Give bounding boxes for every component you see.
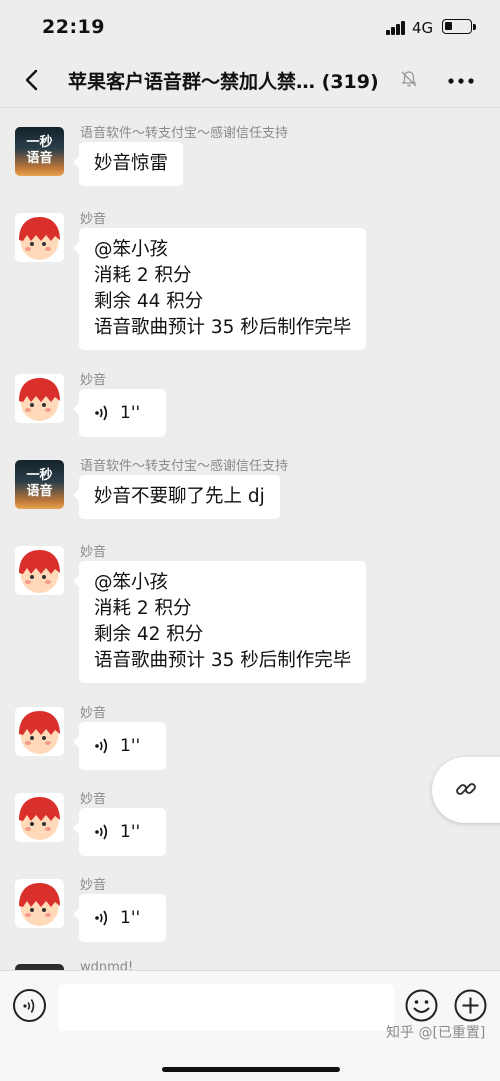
avatar[interactable] (15, 879, 64, 928)
member-count: (319) (321, 71, 379, 93)
sender-name: 语音软件～转支付宝～感谢信任支持 (80, 459, 289, 474)
sender-name: 妙音 (80, 706, 107, 721)
message-item: 妙音 1'' (0, 702, 500, 774)
voice-wave-icon (95, 824, 108, 840)
message-bubble[interactable]: @笨小孩 消耗 2 积分 剩余 42 积分 语音歌曲预计 35 秒后制作完毕 (72, 561, 367, 683)
sender-name: 妙音 (80, 878, 107, 893)
voice-message-bubble[interactable]: 1'' (73, 894, 166, 942)
network-label: 4G (412, 19, 434, 37)
message-item: 一秒 语音 语音软件～转支付宝～感谢信任支持 妙音不要聊了先上 dj (0, 455, 500, 527)
mascot-avatar-icon (19, 550, 60, 593)
message-text: 妙音惊雷 (94, 153, 169, 174)
avatar[interactable] (15, 374, 64, 423)
chat-messages[interactable]: 一秒 语音 语音软件～转支付宝～感谢信任支持 妙音惊雷 妙音 @笨小孩 消耗 2… (0, 108, 500, 970)
link-icon (456, 783, 476, 795)
chat-header: 苹果客户语音群～禁加人禁… (319) (0, 52, 500, 108)
voice-duration: 1'' (120, 736, 141, 756)
mute-bell-icon (401, 71, 417, 87)
mascot-avatar-icon (19, 711, 60, 754)
voice-wave-icon (95, 910, 108, 926)
group-name: 苹果客户语音群～禁加人禁… (68, 71, 316, 93)
status-bar: 22:19 4G (0, 0, 500, 52)
battery-icon (442, 19, 472, 34)
sender-name: 妙音 (80, 545, 107, 560)
message-text: 剩余 42 积分 (94, 624, 204, 645)
message-item: 妙音 @笨小孩 消耗 2 积分 剩余 42 积分 语音歌曲预计 35 秒后制作完… (0, 541, 500, 691)
message-text: 语音歌曲预计 35 秒后制作完毕 (94, 317, 352, 338)
floating-link-button[interactable] (432, 757, 500, 823)
message-item: 一秒 语音 语音软件～转支付宝～感谢信任支持 妙音惊雷 (0, 122, 500, 194)
message-bubble[interactable]: 妙音惊雷 (72, 142, 184, 186)
avatar[interactable]: 一秒 语音 (15, 127, 64, 176)
mascot-avatar-icon (19, 378, 60, 421)
message-item: 妙音 1'' (0, 874, 500, 946)
avatar[interactable] (15, 707, 64, 756)
logo-text-top: 一秒 (26, 468, 53, 483)
message-item: wdnmd! (0, 960, 500, 970)
logo-text-top: 一秒 (26, 135, 53, 150)
logo-text-bottom: 语音 (26, 484, 53, 499)
message-item: 妙音 1'' (0, 369, 500, 441)
message-bubble[interactable]: 妙音不要聊了先上 dj (73, 475, 280, 519)
voice-wave-icon (95, 405, 108, 421)
message-text: 消耗 2 积分 (94, 265, 192, 286)
voice-duration: 1'' (120, 908, 141, 928)
message-text: 剩余 44 积分 (94, 291, 204, 312)
signal-icon (386, 21, 406, 35)
sender-name: 妙音 (80, 373, 107, 388)
message-text: @笨小孩 (94, 572, 169, 593)
plus-icon[interactable] (454, 989, 487, 1022)
home-indicator[interactable] (162, 1067, 340, 1072)
chat-title: 苹果客户语音群～禁加人禁… (319) (68, 67, 398, 94)
sender-name: 妙音 (80, 212, 107, 227)
avatar[interactable] (15, 213, 64, 262)
avatar[interactable] (15, 793, 64, 842)
voice-duration: 1'' (120, 822, 141, 842)
voice-message-bubble[interactable]: 1'' (73, 389, 166, 437)
message-item: 妙音 1'' (0, 788, 500, 860)
status-time: 22:19 (42, 16, 105, 38)
voice-toggle-icon (23, 999, 35, 1013)
input-bar: 知乎 @[已重置] (0, 970, 500, 1081)
avatar[interactable] (15, 546, 64, 595)
sender-name: 语音软件～转支付宝～感谢信任支持 (80, 126, 289, 141)
back-arrow-icon[interactable] (22, 68, 44, 92)
message-input[interactable] (58, 984, 394, 1031)
emoji-icon[interactable] (405, 989, 438, 1022)
battery-tip (473, 24, 476, 30)
avatar[interactable]: 一秒 语音 (15, 460, 64, 509)
voice-toggle-button[interactable] (13, 989, 46, 1022)
message-text: 妙音不要聊了先上 dj (94, 486, 265, 507)
message-text: 语音歌曲预计 35 秒后制作完毕 (94, 650, 352, 671)
more-dots-icon[interactable] (448, 78, 474, 84)
sender-name: 妙音 (80, 792, 107, 807)
message-item: 妙音 @笨小孩 消耗 2 积分 剩余 44 积分 语音歌曲预计 35 秒后制作完… (0, 208, 500, 358)
voice-wave-icon (95, 738, 108, 754)
watermark: 知乎 @[已重置] (386, 1025, 486, 1041)
sender-name: wdnmd! (80, 960, 134, 970)
message-text: 消耗 2 积分 (94, 598, 192, 619)
voice-message-bubble[interactable]: 1'' (73, 808, 166, 856)
voice-duration: 1'' (120, 403, 141, 423)
message-text: @笨小孩 (94, 239, 169, 260)
mascot-avatar-icon (19, 797, 60, 840)
voice-message-bubble[interactable]: 1'' (73, 722, 166, 770)
logo-text-bottom: 语音 (26, 151, 53, 166)
mascot-avatar-icon (19, 217, 60, 260)
message-bubble[interactable]: @笨小孩 消耗 2 积分 剩余 44 积分 语音歌曲预计 35 秒后制作完毕 (72, 228, 367, 350)
mascot-avatar-icon (19, 883, 60, 926)
